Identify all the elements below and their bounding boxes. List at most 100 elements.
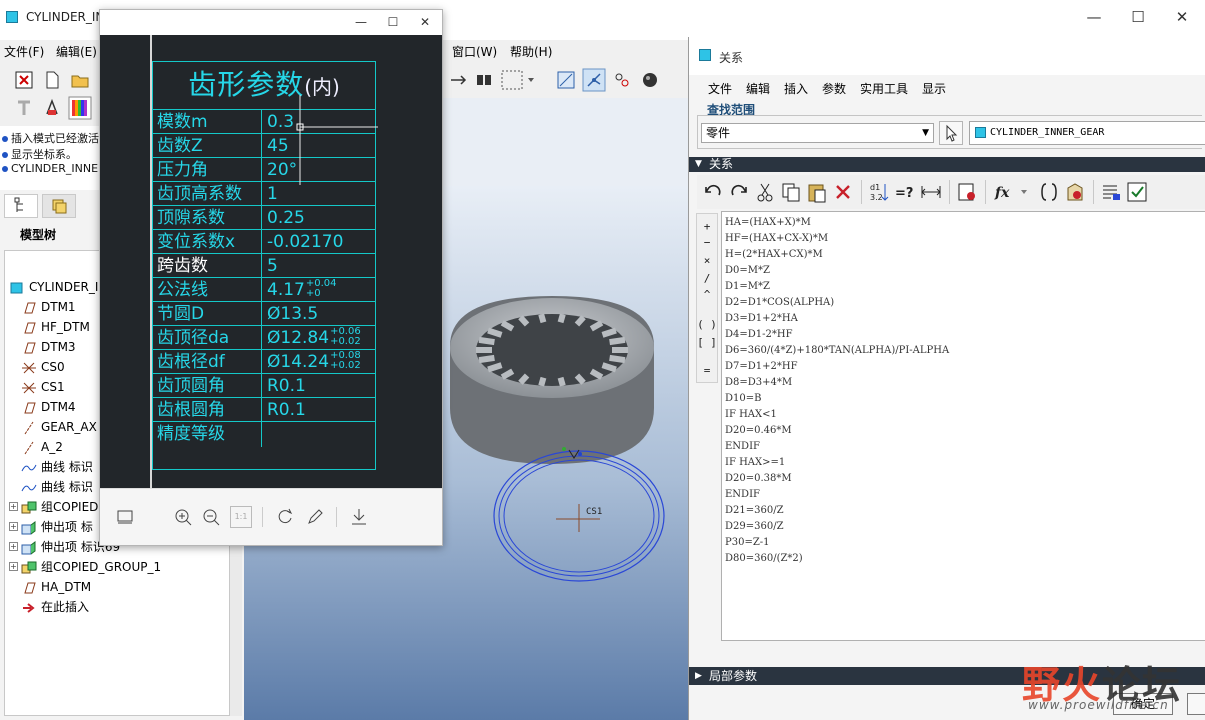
expand-toggle[interactable]: + [9,502,18,511]
brackets-operator[interactable]: [ ] [697,336,717,349]
viewer-close-button[interactable]: ✕ [414,12,436,32]
relation-line[interactable]: ENDIF [725,441,760,452]
redo-icon[interactable] [727,180,751,204]
relation-line[interactable]: IF HAX<1 [725,409,777,420]
rel-menu-insert[interactable]: 插入 [784,80,808,97]
thumbnail-icon[interactable] [114,506,136,528]
sort-relations-icon[interactable]: d13.2 [867,180,891,204]
rel-menu-params[interactable]: 参数 [822,80,846,97]
paste-icon[interactable] [805,180,829,204]
relation-line[interactable]: D21=360/Z [725,505,784,516]
relation-line[interactable]: D80=360/(Z*2) [725,553,803,564]
regenerate-icon[interactable] [448,70,468,90]
rel-menu-edit[interactable]: 编辑 [746,80,770,97]
find-icon[interactable] [474,70,494,90]
measure-icon[interactable] [919,180,943,204]
tree-item[interactable]: + 组COPIED_GROUP_1 [9,557,161,577]
verify-check-icon[interactable] [1125,180,1149,204]
expand-toggle[interactable]: + [9,542,18,551]
relation-line[interactable]: HA=(HAX+X)*M [725,217,811,228]
expand-toggle[interactable]: + [9,562,18,571]
relation-line[interactable]: H=(2*HAX+CX)*M [725,249,823,260]
tree-item[interactable]: A_2 [21,437,63,457]
relation-line[interactable]: IF HAX>=1 [725,457,785,468]
rel-menu-utilities[interactable]: 实用工具 [860,80,908,97]
relation-line[interactable]: D7=D1+2*HF [725,361,798,372]
selection-box-dropdown[interactable] [500,68,536,92]
relation-line[interactable]: D4=D1-2*HF [725,329,793,340]
edit-icon[interactable] [304,506,326,528]
actual-size-button[interactable]: 1:1 [230,506,252,528]
menu-file[interactable]: 文件(F) [4,43,44,60]
viewer-maximize-button[interactable]: ☐ [382,12,404,32]
text-style-icon[interactable] [14,98,34,118]
axis-display-icon[interactable] [582,68,606,92]
tree-item[interactable]: HA_DTM [21,577,91,597]
cut-icon[interactable] [753,180,777,204]
relation-line[interactable]: D1=M*Z [725,281,770,292]
relation-line[interactable]: ENDIF [725,489,760,500]
show-list-icon[interactable] [1099,180,1123,204]
relation-line[interactable]: D10=B [725,393,761,404]
relation-line[interactable]: D6=360/(4*Z)+180*TAN(ALPHA)/PI-ALPHA [725,345,949,356]
evaluate-icon[interactable]: =? [893,180,917,204]
tree-item[interactable]: GEAR_AX [21,417,97,437]
relations-section-header[interactable]: ▼ 关系 [689,157,1205,172]
rel-menu-file[interactable]: 文件 [708,80,732,97]
new-file-icon[interactable] [42,70,62,90]
parens-operator[interactable]: ( ) [697,318,717,331]
relation-line[interactable]: D20=0.46*M [725,425,792,436]
rotate-icon[interactable] [274,506,296,528]
tab-folder-browser[interactable] [42,194,76,218]
download-icon[interactable] [348,506,370,528]
appearance-icon[interactable] [42,98,62,118]
divide-operator[interactable]: / [697,272,717,285]
verify-relations-icon[interactable] [955,180,979,204]
relation-line[interactable]: D29=360/Z [725,521,784,532]
equals-operator[interactable]: = [697,364,717,377]
copy-icon[interactable] [779,180,803,204]
plus-operator[interactable]: + [697,220,717,233]
datum-display-icon[interactable] [556,70,576,90]
tree-item[interactable]: DTM4 [21,397,76,417]
undo-icon[interactable] [701,180,725,204]
relation-line[interactable]: D0=M*Z [725,265,770,276]
tree-item[interactable]: + 组COPIED [9,497,98,517]
tree-item[interactable]: 曲线 标识 [21,457,93,477]
close-window-icon[interactable] [14,70,34,90]
color-palette-icon[interactable] [68,96,92,120]
tree-item[interactable]: DTM3 [21,337,76,357]
scope-select[interactable]: 零件 ▼ [701,123,934,143]
relation-line[interactable]: D8=D3+4*M [725,377,792,388]
tree-item[interactable]: CS0 [21,357,65,377]
zoom-in-icon[interactable] [172,506,194,528]
minimize-button[interactable]: — [1072,6,1116,28]
tree-item[interactable]: HF_DTM [21,317,90,337]
menu-window[interactable]: 窗口(W) [452,43,497,60]
tree-item[interactable]: 在此插入 [21,597,89,617]
maximize-button[interactable]: ☐ [1116,6,1160,28]
menu-help[interactable]: 帮助(H) [510,43,552,60]
tree-item[interactable]: DTM1 [21,297,76,317]
relation-line[interactable]: P30=Z-1 [725,537,770,548]
point-display-icon[interactable] [612,70,632,90]
select-model-button[interactable] [939,121,963,145]
close-button[interactable]: ✕ [1160,6,1204,28]
tree-item[interactable]: + 伸出项 标 [9,517,93,537]
insert-function-dropdown[interactable]: fx [991,180,1031,204]
multiply-operator[interactable]: × [697,254,717,267]
relation-line[interactable]: D20=0.38*M [725,473,792,484]
parameter-icon[interactable] [1063,180,1087,204]
tree-item[interactable]: 曲线 标识 [21,477,93,497]
viewer-minimize-button[interactable]: — [350,12,372,32]
shading-icon[interactable] [640,70,660,90]
menu-edit[interactable]: 编辑(E) [56,43,97,60]
relation-line[interactable]: D2=D1*COS(ALPHA) [725,297,834,308]
zoom-out-icon[interactable] [200,506,222,528]
relation-line[interactable]: D3=D1+2*HA [725,313,798,324]
power-operator[interactable]: ^ [697,288,717,301]
model-name-field[interactable]: CYLINDER_INNER_GEAR [969,121,1205,145]
delete-icon[interactable] [831,180,855,204]
expand-toggle[interactable]: + [9,522,18,531]
rel-menu-display[interactable]: 显示 [922,80,946,97]
